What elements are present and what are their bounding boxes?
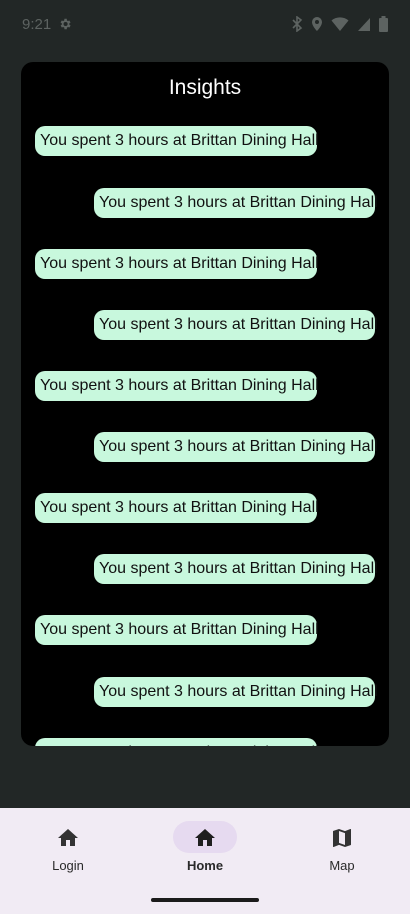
- nav-label: Home: [186, 858, 224, 873]
- nav-item-map[interactable]: Map: [292, 808, 392, 888]
- wifi-icon: [331, 17, 349, 31]
- insight-message: You spent 3 hours at Brittan Dining Hall: [94, 310, 378, 340]
- insight-message: You spent 3 hours at Brittan Dining Hall: [94, 188, 378, 218]
- insight-message: You spent 3 hours at Brittan Dining Hall: [35, 249, 319, 279]
- insight-message: You spent 3 hours at Brittan Dining Hall: [35, 493, 319, 523]
- gesture-area: [0, 888, 410, 914]
- bluetooth-icon: [292, 16, 303, 32]
- home-icon: [58, 829, 78, 846]
- nav-item-login[interactable]: Login: [18, 808, 118, 888]
- nav-item-home[interactable]: Home: [155, 808, 255, 888]
- insight-message: You spent 3 hours at Brittan Dining Hall: [94, 432, 378, 462]
- status-time: 9:21: [22, 16, 52, 33]
- insight-message: You spent 3 hours at Brittan Dining Hall: [35, 738, 319, 746]
- insight-message: You spent 3 hours at Brittan Dining Hall: [35, 615, 319, 645]
- battery-icon: [379, 16, 388, 32]
- status-bar: 9:21: [0, 0, 410, 52]
- signal-icon: [358, 18, 370, 31]
- nav-label: Login: [52, 858, 84, 873]
- map-icon: [333, 829, 351, 847]
- location-icon: [312, 17, 322, 31]
- insight-message: You spent 3 hours at Brittan Dining Hall: [35, 126, 319, 156]
- bottom-navigation: Login Home Map: [0, 808, 410, 888]
- insight-message: You spent 3 hours at Brittan Dining Hall: [35, 371, 319, 401]
- gesture-handle[interactable]: [151, 898, 259, 902]
- home-icon: [195, 829, 215, 846]
- gear-icon: [60, 18, 71, 30]
- insights-card: You spent 3 hours at Brittan Dining Hall…: [21, 62, 389, 746]
- insights-title: Insights: [168, 76, 242, 99]
- insight-message: You spent 3 hours at Brittan Dining Hall: [94, 554, 378, 584]
- insight-message: You spent 3 hours at Brittan Dining Hall: [94, 677, 378, 707]
- nav-label: Map: [329, 858, 355, 873]
